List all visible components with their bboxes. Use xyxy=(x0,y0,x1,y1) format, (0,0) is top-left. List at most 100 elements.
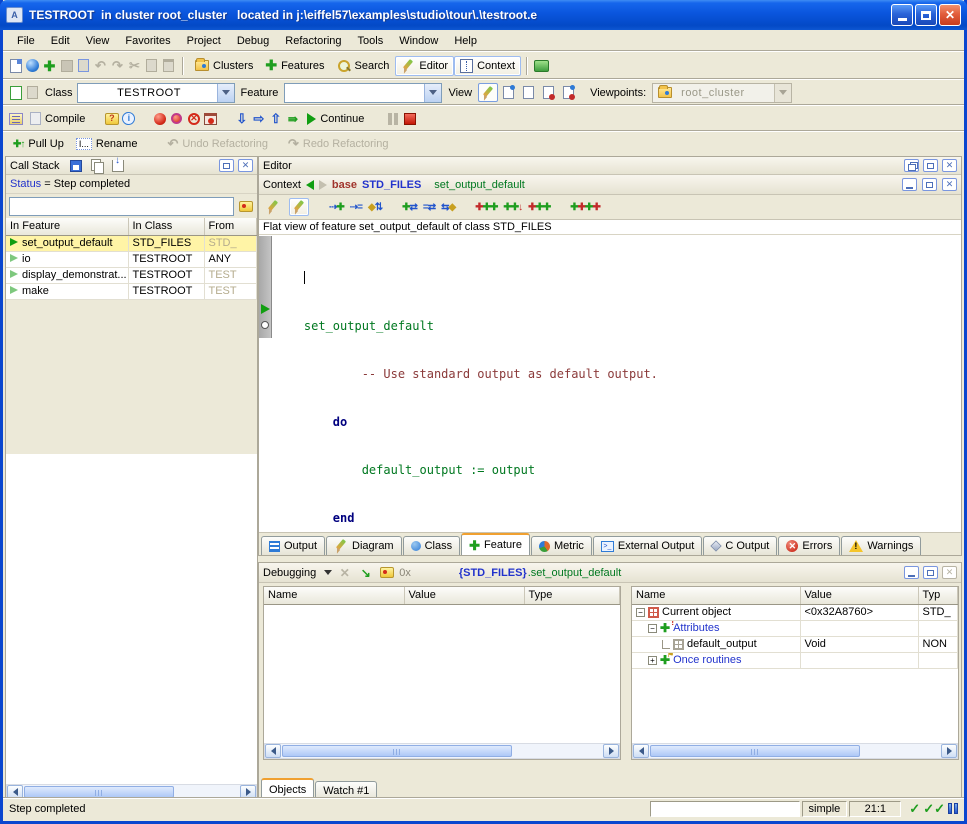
edit-feature-button[interactable] xyxy=(263,198,283,216)
step-over-icon[interactable]: ⇨ xyxy=(250,111,267,127)
show-assignees-icon[interactable]: =⇄ xyxy=(423,202,435,213)
tab-feature[interactable]: ✚Feature xyxy=(461,533,530,555)
table-row[interactable]: io TESTROOT ANY xyxy=(6,251,257,267)
show-callees-icon[interactable]: ✚⇄ xyxy=(402,202,417,213)
tab-errors[interactable]: ✕Errors xyxy=(778,536,840,555)
scroll-left-button[interactable] xyxy=(7,785,23,799)
menu-refactoring[interactable]: Refactoring xyxy=(277,32,349,50)
maximize-panel-button[interactable] xyxy=(923,159,938,172)
show-breakpoints-icon[interactable] xyxy=(202,111,219,127)
maximize-panel-button[interactable] xyxy=(922,178,937,191)
new-window-icon[interactable] xyxy=(7,58,24,74)
restore-panel-button[interactable] xyxy=(904,159,919,172)
context-toggle-button[interactable]: Context xyxy=(454,56,521,76)
scroll-right-button[interactable] xyxy=(941,744,957,758)
tab-class[interactable]: Class xyxy=(403,536,461,555)
tab-diagram[interactable]: Diagram xyxy=(326,536,402,555)
objects-hscrollbar[interactable] xyxy=(632,743,958,759)
show-assigners-icon[interactable]: ⇢= xyxy=(350,202,362,213)
close-panel-button[interactable]: ✕ xyxy=(942,159,957,172)
import-stack-icon[interactable] xyxy=(110,158,127,174)
watch-bubble-icon[interactable] xyxy=(378,565,395,581)
menu-help[interactable]: Help xyxy=(446,32,485,50)
code-line[interactable]: set_output_default xyxy=(275,318,961,334)
features-button[interactable]: ✚Features xyxy=(259,54,330,77)
expand-icon[interactable]: + xyxy=(648,656,657,665)
send-to-icon[interactable] xyxy=(7,85,24,101)
col-type[interactable]: Typ xyxy=(918,587,958,604)
tab-objects[interactable]: Objects xyxy=(261,778,314,800)
close-panel-button[interactable]: ✕ xyxy=(238,159,253,172)
col-type[interactable]: Type xyxy=(524,587,620,604)
col-in-class[interactable]: In Class xyxy=(128,218,204,235)
editor-toggle-button[interactable]: Editor xyxy=(395,56,454,76)
view-editable-button[interactable] xyxy=(478,83,498,102)
scroll-right-button[interactable] xyxy=(603,744,619,758)
step-into-icon[interactable]: ⇩ xyxy=(233,111,250,127)
maximize-panel-button[interactable] xyxy=(923,566,938,579)
code-line[interactable]: default_output := output xyxy=(275,462,961,478)
step-out-icon[interactable]: ⇧ xyxy=(267,111,284,127)
table-row[interactable]: default_output Void NON xyxy=(632,636,958,652)
table-row[interactable]: −Current object <0x32A8760> STD_ xyxy=(632,604,958,620)
pull-up-button[interactable]: ✚↑Pull Up xyxy=(7,135,70,153)
implementers-icon[interactable]: ✚✚✚✚ xyxy=(570,202,600,213)
hex-label[interactable]: 0x xyxy=(399,567,411,579)
col-value[interactable]: Value xyxy=(800,587,918,604)
tab-warnings[interactable]: Warnings xyxy=(841,536,921,555)
chevron-down-icon[interactable] xyxy=(217,84,234,102)
add-class-icon[interactable]: ✚ xyxy=(41,58,58,74)
menu-debug[interactable]: Debug xyxy=(229,32,277,50)
collapse-icon[interactable]: − xyxy=(636,608,645,617)
open-icon[interactable] xyxy=(24,58,41,74)
stop-icon[interactable] xyxy=(401,111,418,127)
rename-button[interactable]: I...Rename xyxy=(70,135,144,153)
copy-stack-icon[interactable] xyxy=(89,158,106,174)
stack-depth-icon[interactable] xyxy=(237,198,254,214)
tab-metric[interactable]: Metric xyxy=(531,536,592,555)
new-feature-button[interactable] xyxy=(289,198,309,216)
show-callers-icon[interactable]: ⇢✚ xyxy=(329,202,344,213)
code-line[interactable]: -- Use standard output as default output… xyxy=(275,366,961,382)
show-creators-icon[interactable]: ◆⇅ xyxy=(368,202,382,213)
minimize-panel-button[interactable] xyxy=(902,178,917,191)
homonyms-icon[interactable]: ✚✚✚ xyxy=(528,202,550,213)
external-editor-icon[interactable] xyxy=(533,58,550,74)
context-feature[interactable]: set_output_default xyxy=(434,179,525,191)
table-row[interactable]: −✚!Attributes xyxy=(632,620,958,636)
code-line[interactable]: end xyxy=(275,510,961,526)
minimize-panel-button[interactable] xyxy=(904,566,919,579)
debug-context-class[interactable]: {STD_FILES} xyxy=(459,567,527,579)
menu-favorites[interactable]: Favorites xyxy=(117,32,178,50)
debug-context-feature[interactable]: .set_output_default xyxy=(528,567,622,579)
scroll-thumb[interactable] xyxy=(650,745,860,757)
menu-view[interactable]: View xyxy=(78,32,118,50)
info-icon[interactable]: i xyxy=(120,111,137,127)
code-line[interactable] xyxy=(275,270,961,286)
menu-tools[interactable]: Tools xyxy=(350,32,392,50)
menu-file[interactable]: File xyxy=(9,32,43,50)
goto-object-icon[interactable]: ↘ xyxy=(357,565,374,581)
view-interface-button[interactable] xyxy=(558,83,578,102)
menu-project[interactable]: Project xyxy=(179,32,229,50)
code-area[interactable]: set_output_default -- Use standard outpu… xyxy=(259,236,961,532)
stack-filter-input[interactable] xyxy=(9,197,234,216)
save-stack-icon[interactable] xyxy=(68,158,85,174)
class-combobox[interactable]: TESTROOT xyxy=(77,83,235,103)
tab-c-output[interactable]: C Output xyxy=(703,536,777,555)
menu-edit[interactable]: Edit xyxy=(43,32,78,50)
code-line[interactable]: do xyxy=(275,414,961,430)
table-row[interactable]: set_output_default STD_FILES STD_ xyxy=(6,235,257,251)
context-class[interactable]: STD_FILES xyxy=(362,179,421,191)
compile-button[interactable]: Compile xyxy=(24,109,91,128)
scroll-left-button[interactable] xyxy=(265,744,281,758)
tab-external-output[interactable]: >_External Output xyxy=(593,536,702,555)
col-name[interactable]: Name xyxy=(632,587,800,604)
ancestor-versions-icon[interactable]: ✚✚✚ xyxy=(475,202,497,213)
col-value[interactable]: Value xyxy=(404,587,524,604)
scroll-thumb[interactable] xyxy=(282,745,512,757)
chevron-down-icon[interactable] xyxy=(424,84,441,102)
compile-query-icon[interactable]: ? xyxy=(103,111,120,127)
tab-output[interactable]: Output xyxy=(261,536,325,555)
maximize-button[interactable] xyxy=(915,4,937,26)
